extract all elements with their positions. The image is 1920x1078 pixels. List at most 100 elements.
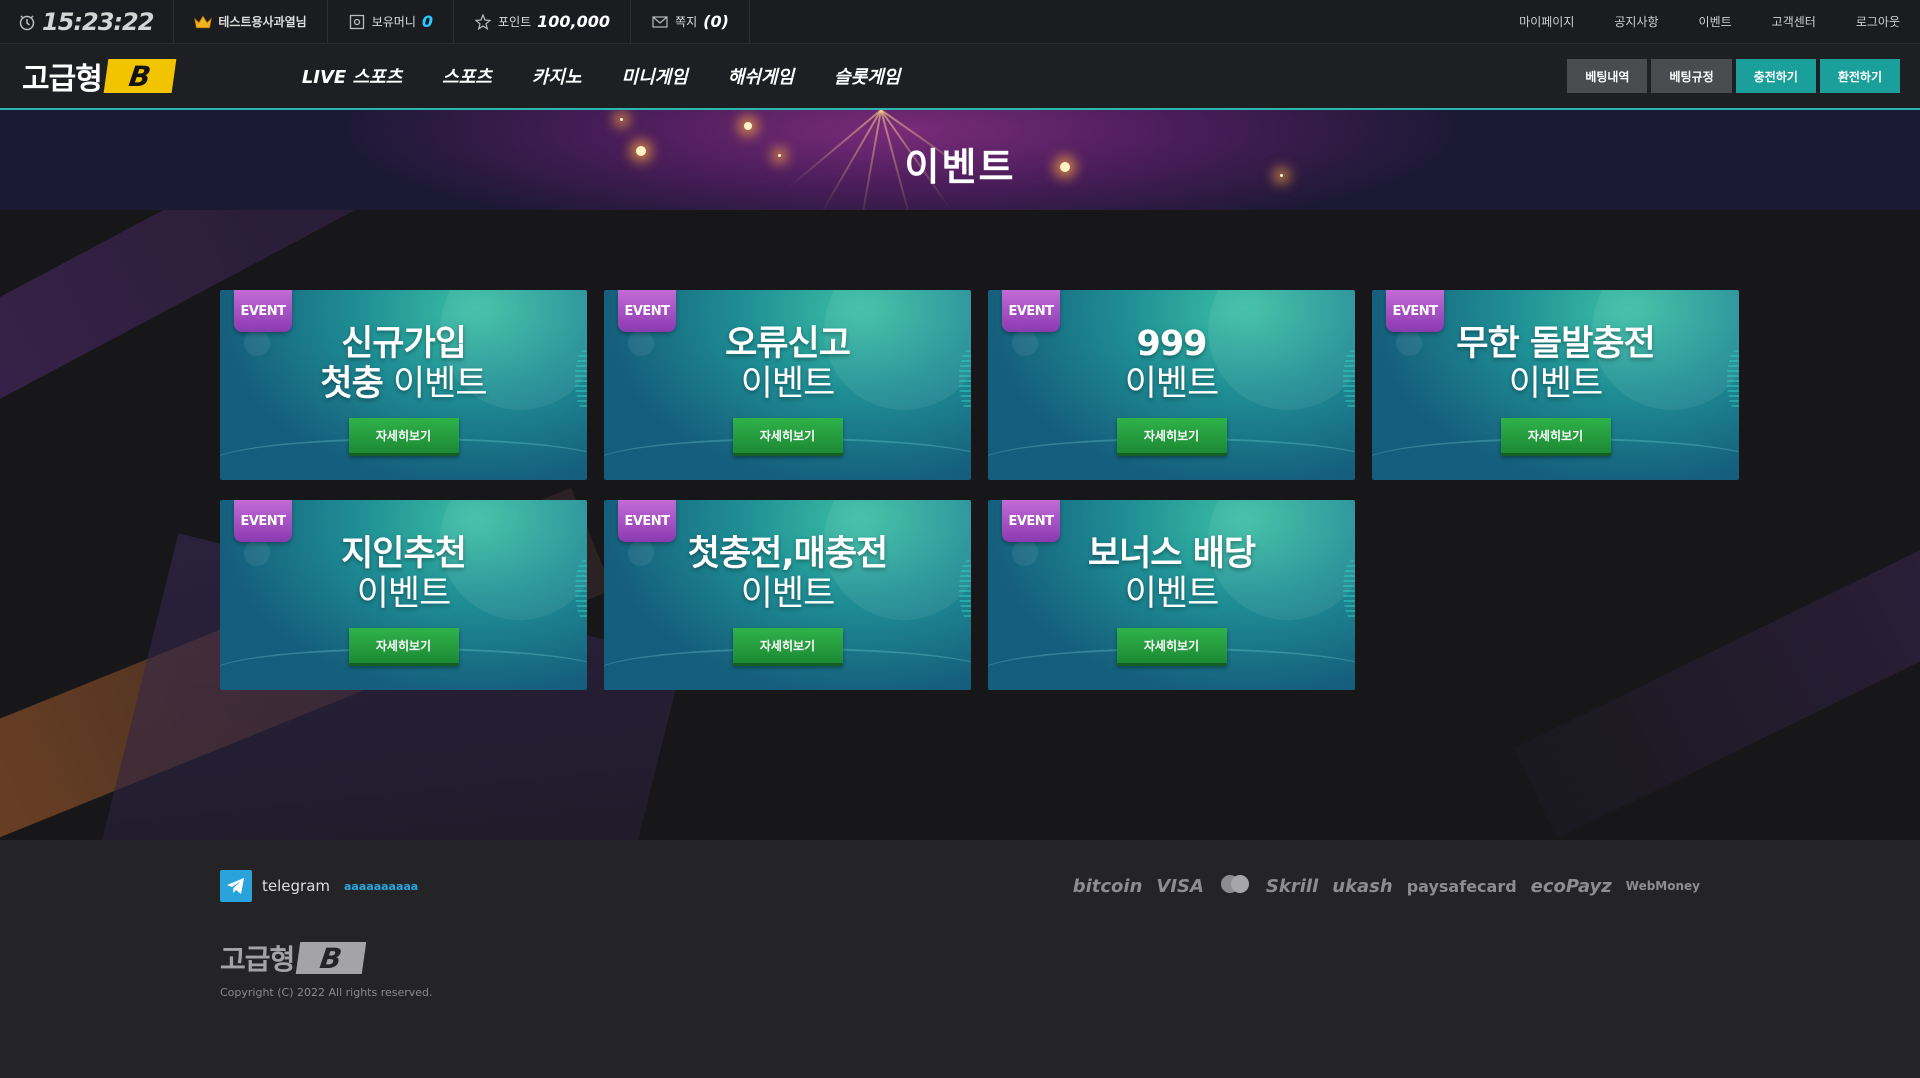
envelope-icon [651,13,669,31]
event-detail-button[interactable]: 자세히보기 [732,418,843,456]
event-title-sub: 이벤트 [382,364,488,404]
copyright: Copyright (C) 2022 All rights reserved. [220,986,433,999]
visa-logo: VISA [1156,875,1204,897]
telegram-id[interactable]: aaaaaaaaaa [344,880,418,893]
safe-icon [348,13,366,31]
menu-live-sports[interactable]: LIVE 스포츠 [282,63,422,89]
event-title: 오류신고 이벤트 [604,324,971,404]
event-title-bold: 첫충 [320,364,383,404]
link-event[interactable]: 이벤트 [1679,13,1752,30]
money-value: 0 [421,12,434,31]
bitcoin-logo: bitcoin [1072,875,1143,897]
event-title-line1: 보너스 배당 [1087,534,1256,574]
message-count: (0) [703,12,729,31]
event-title-line1: 지인추천 [341,534,467,574]
event-title-sub: 이벤트 [1508,364,1604,404]
link-notice[interactable]: 공지사항 [1594,13,1678,30]
event-title-line2: 첫충 이벤트 [220,364,587,404]
ecopayz-logo: ecoPayz [1530,875,1612,897]
event-card[interactable]: EVENT 지인추천 이벤트 자세히보기 [220,500,587,690]
message-info[interactable]: 쪽지 (0) [631,0,750,44]
event-detail-button[interactable]: 자세히보기 [1500,418,1611,456]
clock: 15:23:22 [0,0,175,44]
betting-history-button[interactable]: 베팅내역 [1567,59,1648,93]
event-title: 지인추천 이벤트 [220,534,587,614]
event-title-line1: 오류신고 [725,324,851,364]
webmoney-logo: WebMoney [1625,879,1700,893]
event-title: 보너스 배당 이벤트 [988,534,1355,614]
menu-hash-game[interactable]: 해쉬게임 [708,63,814,89]
menu-casino[interactable]: 카지노 [512,63,602,89]
logo-badge: B [103,59,177,93]
link-customer-center[interactable]: 고객센터 [1752,13,1836,30]
footer-logo-badge: B [296,942,367,975]
footer: telegram aaaaaaaaaa bitcoin VISA Skrill … [0,840,1920,1078]
event-card[interactable]: EVENT 999 이벤트 자세히보기 [988,290,1355,480]
sparkle [744,122,752,130]
event-detail-button[interactable]: 자세히보기 [1116,628,1227,666]
event-title-sub: 이벤트 [740,364,836,404]
message-label: 쪽지 [675,15,698,29]
nav-buttons: 베팅내역 베팅규정 충전하기 환전하기 [1567,59,1900,93]
event-title: 신규가입 첫충 이벤트 [220,324,587,404]
betting-rules-button[interactable]: 베팅규정 [1651,59,1732,93]
main-menu: LIVE 스포츠 스포츠 카지노 미니게임 해쉬게임 슬롯게임 [282,63,920,89]
link-logout[interactable]: 로그아웃 [1836,13,1920,30]
point-label: 포인트 [498,15,532,29]
top-links: 마이페이지 공지사항 이벤트 고객센터 로그아웃 [1499,0,1920,44]
event-grid: EVENT 신규가입 첫충 이벤트 자세히보기 EVENT 오류신고 이벤트 자… [220,290,1740,690]
event-card[interactable]: EVENT 무한 돌발충전 이벤트 자세히보기 [1372,290,1739,480]
event-card[interactable]: EVENT 첫충전,매충전 이벤트 자세히보기 [604,500,971,690]
event-card[interactable]: EVENT 보너스 배당 이벤트 자세히보기 [988,500,1355,690]
event-title: 첫충전,매충전 이벤트 [604,534,971,614]
sparkle [620,118,623,121]
event-title-line1: 첫충전,매충전 [687,534,889,574]
page-hero: 이벤트 [0,110,1920,210]
star-icon [474,13,492,31]
footer-logo: 고급형 B [220,938,367,978]
menu-sports[interactable]: 스포츠 [422,63,512,89]
event-card[interactable]: EVENT 신규가입 첫충 이벤트 자세히보기 [220,290,587,480]
payment-logos: bitcoin VISA Skrill ukash paysafecard ec… [1073,874,1700,898]
withdraw-button[interactable]: 환전하기 [1819,59,1900,93]
event-title-line1: 신규가입 [341,324,467,364]
alarm-clock-icon [18,13,36,31]
point-value: 100,000 [537,12,611,31]
crown-icon [194,13,213,31]
event-detail-button[interactable]: 자세히보기 [348,628,459,666]
paysafecard-logo: paysafecard [1406,876,1517,896]
event-detail-button[interactable]: 자세히보기 [1116,418,1227,456]
logo-text: 고급형 [22,62,103,97]
event-card[interactable]: EVENT 오류신고 이벤트 자세히보기 [604,290,971,480]
event-title-line1: 무한 돌발충전 [1456,324,1655,364]
menu-minigame[interactable]: 미니게임 [602,63,708,89]
site-logo[interactable]: 고급형 B [22,54,177,98]
event-title: 999 이벤트 [988,324,1355,404]
ukash-logo: ukash [1332,875,1393,897]
clock-time: 15:23:22 [42,7,154,36]
event-title-sub: 이벤트 [740,574,836,614]
event-title-sub: 이벤트 [356,574,452,614]
event-title: 무한 돌발충전 이벤트 [1372,324,1739,404]
event-detail-button[interactable]: 자세히보기 [732,628,843,666]
link-mypage[interactable]: 마이페이지 [1499,13,1594,30]
username: 테스트용사과열님 [218,15,307,29]
main-nav: 고급형 B LIVE 스포츠 스포츠 카지노 미니게임 해쉬게임 슬롯게임 베팅… [0,44,1920,110]
deposit-button[interactable]: 충전하기 [1735,59,1816,93]
point-info: 포인트 100,000 [454,0,632,44]
money-info: 보유머니 0 [328,0,455,44]
menu-slot-game[interactable]: 슬롯게임 [814,63,920,89]
footer-logo-text: 고급형 [220,943,295,976]
telegram-label: telegram [262,877,330,895]
top-bar: 15:23:22 테스트용사과열님 보유머니 0 포인트 100,000 쪽지 … [0,0,1920,44]
page-title: 이벤트 [904,145,1016,189]
telegram-contact[interactable]: telegram aaaaaaaaaa [220,870,418,902]
mastercard-icon [1218,874,1252,898]
event-detail-button[interactable]: 자세히보기 [348,418,459,456]
skrill-logo: Skrill [1265,875,1319,897]
event-title-sub: 이벤트 [1124,364,1220,404]
event-title-sub: 이벤트 [1124,574,1220,614]
money-label: 보유머니 [371,15,416,29]
event-list-section: EVENT 신규가입 첫충 이벤트 자세히보기 EVENT 오류신고 이벤트 자… [0,210,1920,840]
user-info: 테스트용사과열님 [174,0,328,44]
